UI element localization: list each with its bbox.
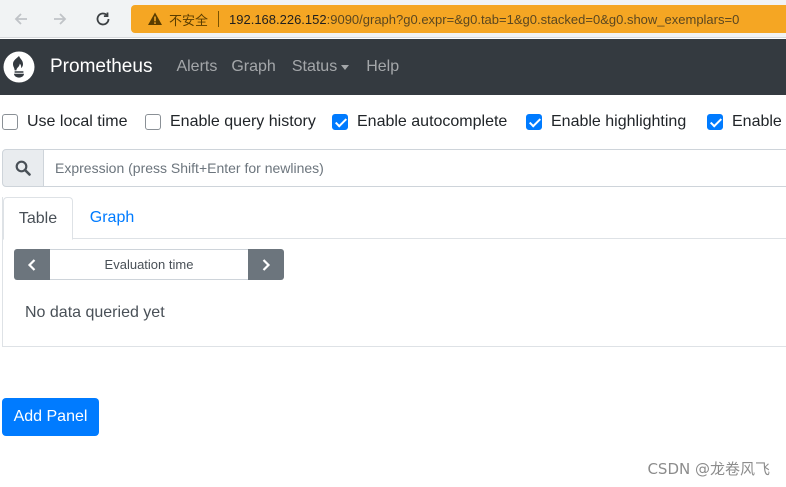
url-path: :9090/graph?g0.expr=&g0.tab=1&g0.stacked… bbox=[326, 11, 740, 27]
query-options: Use local time Enable query history Enab… bbox=[0, 110, 786, 134]
security-status[interactable]: 不安全 bbox=[169, 10, 208, 29]
tab-table[interactable]: Table bbox=[3, 197, 73, 240]
nav-alerts[interactable]: Alerts bbox=[176, 58, 217, 76]
panel-tabs: Table Graph bbox=[3, 197, 786, 240]
nav-graph[interactable]: Graph bbox=[231, 58, 275, 76]
chevron-down-icon bbox=[341, 64, 350, 70]
option-label: Enable autocomplete bbox=[357, 113, 508, 130]
option-enable-highlighting[interactable]: Enable highlighting bbox=[526, 110, 686, 134]
brand-title[interactable]: Prometheus bbox=[50, 56, 152, 78]
address-bar[interactable]: 不安全 192.168.226.152:9090/graph?g0.expr=&… bbox=[131, 5, 786, 33]
browser-toolbar: 不安全 192.168.226.152:9090/graph?g0.expr=&… bbox=[0, 0, 786, 38]
checkbox-enable-linter[interactable] bbox=[707, 114, 723, 130]
eval-time-forward-button[interactable] bbox=[248, 249, 284, 280]
nav-help[interactable]: Help bbox=[366, 58, 399, 76]
query-panel: Table Graph No data queried yet bbox=[2, 197, 786, 347]
checkbox-use-local-time[interactable] bbox=[2, 114, 18, 130]
option-label: Enable highlighting bbox=[551, 113, 687, 130]
watermark: CSDN @龙卷风飞 bbox=[647, 460, 770, 478]
back-button[interactable] bbox=[10, 8, 32, 30]
warning-icon bbox=[148, 12, 162, 25]
url-host: 192.168.226.152 bbox=[229, 11, 327, 27]
option-enable-autocomplete[interactable]: Enable autocomplete bbox=[332, 110, 507, 134]
option-label: Enable linter bbox=[732, 113, 786, 130]
reload-button[interactable] bbox=[92, 8, 114, 30]
reload-icon bbox=[96, 12, 110, 26]
option-use-local-time[interactable]: Use local time bbox=[2, 110, 127, 134]
forward-button[interactable] bbox=[49, 8, 71, 30]
no-data-message: No data queried yet bbox=[25, 304, 165, 321]
search-icon-addon bbox=[2, 149, 44, 187]
eval-time-back-button[interactable] bbox=[14, 249, 50, 280]
add-panel-button[interactable]: Add Panel bbox=[2, 398, 99, 436]
option-label: Enable query history bbox=[170, 113, 316, 130]
expression-input[interactable] bbox=[44, 149, 786, 187]
arrow-left-icon bbox=[14, 13, 27, 25]
expression-input-group bbox=[2, 149, 786, 187]
nav-status-label: Status bbox=[291, 58, 338, 75]
checkbox-enable-query-history[interactable] bbox=[145, 114, 161, 130]
nav-status-dropdown[interactable]: Status bbox=[291, 58, 350, 76]
checkbox-enable-autocomplete[interactable] bbox=[332, 114, 348, 130]
prometheus-logo-icon[interactable] bbox=[3, 51, 35, 83]
evaluation-time-group bbox=[14, 249, 284, 280]
address-separator bbox=[218, 11, 220, 27]
checkbox-enable-highlighting[interactable] bbox=[526, 114, 542, 130]
option-label: Use local time bbox=[27, 113, 128, 130]
option-enable-query-history[interactable]: Enable query history bbox=[145, 110, 316, 134]
evaluation-time-input[interactable] bbox=[50, 249, 248, 280]
navbar: Prometheus Alerts Graph Status Help bbox=[0, 39, 786, 95]
chevron-left-icon bbox=[27, 258, 36, 271]
tab-graph[interactable]: Graph bbox=[75, 197, 149, 239]
option-enable-linter[interactable]: Enable linter bbox=[707, 110, 786, 134]
chevron-right-icon bbox=[262, 258, 271, 271]
arrow-right-icon bbox=[54, 13, 67, 25]
search-icon bbox=[15, 160, 31, 176]
